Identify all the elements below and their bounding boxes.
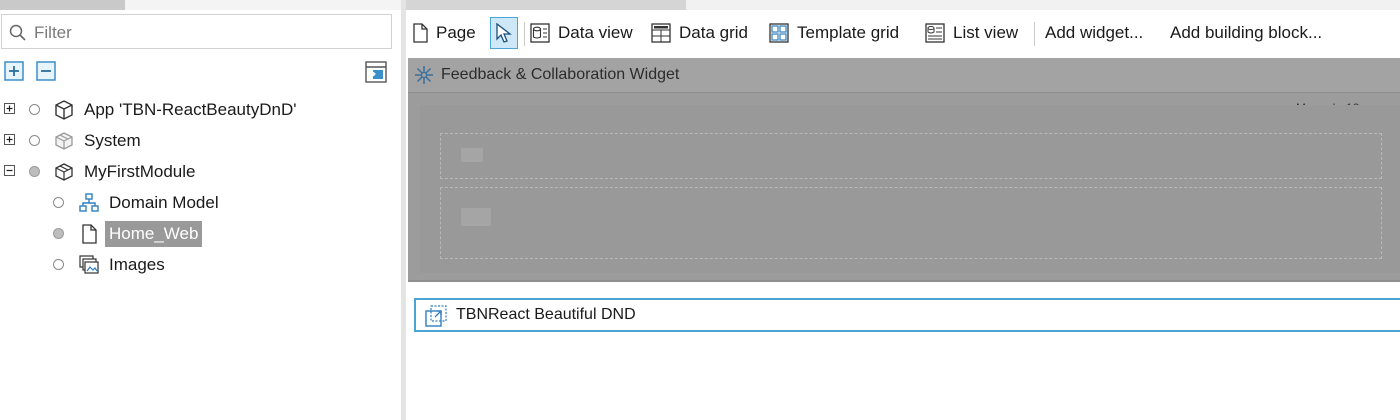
project-explorer-panel: App 'TBN-ReactBeautyDnD' System MyFirstM… bbox=[0, 0, 401, 420]
layout-region bbox=[440, 133, 1382, 179]
tree-item-label: MyFirstModule bbox=[84, 162, 196, 181]
collapse-all-icon[interactable] bbox=[36, 61, 56, 81]
page-button-label: Page bbox=[436, 23, 476, 42]
editor-toolbar: Page Data view Data grid Template grid L… bbox=[406, 12, 1400, 56]
tree-item-images[interactable]: Images bbox=[0, 252, 390, 278]
status-dot bbox=[29, 135, 40, 146]
search-icon bbox=[9, 24, 26, 41]
domain-model-icon bbox=[79, 193, 99, 212]
status-dot bbox=[53, 228, 64, 239]
tree-item-myfirstmodule[interactable]: MyFirstModule bbox=[0, 159, 390, 185]
page-button[interactable]: Page bbox=[410, 19, 482, 47]
layout-divider bbox=[408, 280, 1400, 282]
ghost-element bbox=[461, 208, 491, 226]
tree-item-app[interactable]: App 'TBN-ReactBeautyDnD' bbox=[0, 97, 390, 123]
add-widget-button[interactable]: Add widget... bbox=[1045, 19, 1159, 47]
data-view-label: Data view bbox=[558, 23, 633, 42]
filter-input[interactable] bbox=[32, 18, 376, 47]
widget-sparkle-icon bbox=[415, 66, 433, 84]
template-grid-button[interactable]: Template grid bbox=[769, 19, 917, 47]
cursor-icon bbox=[496, 22, 512, 43]
expand-icon[interactable] bbox=[4, 103, 15, 114]
widget-icon bbox=[425, 305, 447, 327]
template-grid-label: Template grid bbox=[797, 23, 900, 42]
data-view-icon bbox=[530, 23, 550, 43]
tree-item-label: System bbox=[84, 131, 141, 150]
tree-item-domain-model[interactable]: Domain Model bbox=[0, 190, 390, 216]
tree-item-label-selected: Home_Web bbox=[105, 221, 203, 247]
page-icon bbox=[82, 224, 97, 244]
layout-region bbox=[440, 187, 1382, 259]
page-editor: Page Data view Data grid Template grid L… bbox=[406, 0, 1400, 420]
add-widget-label: Add widget... bbox=[1045, 23, 1144, 42]
add-building-block-label: Add building block... bbox=[1170, 23, 1323, 42]
toolbar-separator bbox=[1034, 22, 1035, 46]
data-grid-icon bbox=[651, 23, 671, 43]
module-icon bbox=[55, 163, 73, 181]
module-icon bbox=[55, 132, 73, 150]
data-view-button[interactable]: Data view bbox=[530, 19, 642, 47]
status-dot bbox=[53, 197, 64, 208]
page-icon bbox=[413, 23, 428, 43]
status-dot bbox=[29, 166, 40, 177]
layout-placeholder: Manual - 12 bbox=[408, 93, 1400, 280]
status-dot bbox=[29, 104, 40, 115]
expand-icon[interactable] bbox=[4, 134, 15, 145]
tree-item-system[interactable]: System bbox=[0, 128, 390, 154]
app-cube-icon bbox=[55, 100, 73, 120]
list-view-icon bbox=[925, 23, 945, 43]
list-view-button[interactable]: List view bbox=[925, 19, 1027, 47]
link-with-editor-icon[interactable] bbox=[364, 60, 388, 84]
tree-item-label: Domain Model bbox=[109, 193, 219, 212]
panel-tab[interactable] bbox=[0, 0, 125, 10]
ghost-element bbox=[461, 148, 483, 162]
images-icon bbox=[79, 255, 99, 274]
editor-tab-strip bbox=[406, 0, 1400, 10]
tree-item-label: App 'TBN-ReactBeautyDnD' bbox=[84, 100, 297, 119]
custom-widget[interactable]: TBNReact Beautiful DND bbox=[414, 298, 1400, 332]
widget-label: TBNReact Beautiful DND bbox=[456, 306, 636, 323]
data-grid-button[interactable]: Data grid bbox=[651, 19, 761, 47]
data-grid-label: Data grid bbox=[679, 23, 748, 42]
toolbar-separator bbox=[524, 22, 525, 46]
select-tool-button[interactable] bbox=[490, 17, 518, 49]
tree-item-home-web[interactable]: Home_Web bbox=[0, 221, 390, 247]
status-dot bbox=[53, 259, 64, 270]
list-view-label: List view bbox=[953, 23, 1019, 42]
tree-item-label: Images bbox=[109, 255, 165, 274]
layout-header-title: Feedback & Collaboration Widget bbox=[441, 66, 680, 83]
editor-tab[interactable] bbox=[406, 0, 686, 10]
layout-header[interactable]: Feedback & Collaboration Widget bbox=[408, 58, 1400, 93]
panel-tab-strip bbox=[0, 0, 401, 10]
expand-all-icon[interactable] bbox=[4, 61, 24, 81]
template-grid-icon bbox=[769, 23, 789, 43]
add-building-block-button[interactable]: Add building block... bbox=[1170, 19, 1350, 47]
collapse-icon[interactable] bbox=[4, 165, 15, 176]
page-canvas[interactable]: Feedback & Collaboration Widget Manual -… bbox=[408, 58, 1400, 420]
filter-box bbox=[1, 14, 392, 49]
layout-inner-area bbox=[420, 105, 1400, 273]
